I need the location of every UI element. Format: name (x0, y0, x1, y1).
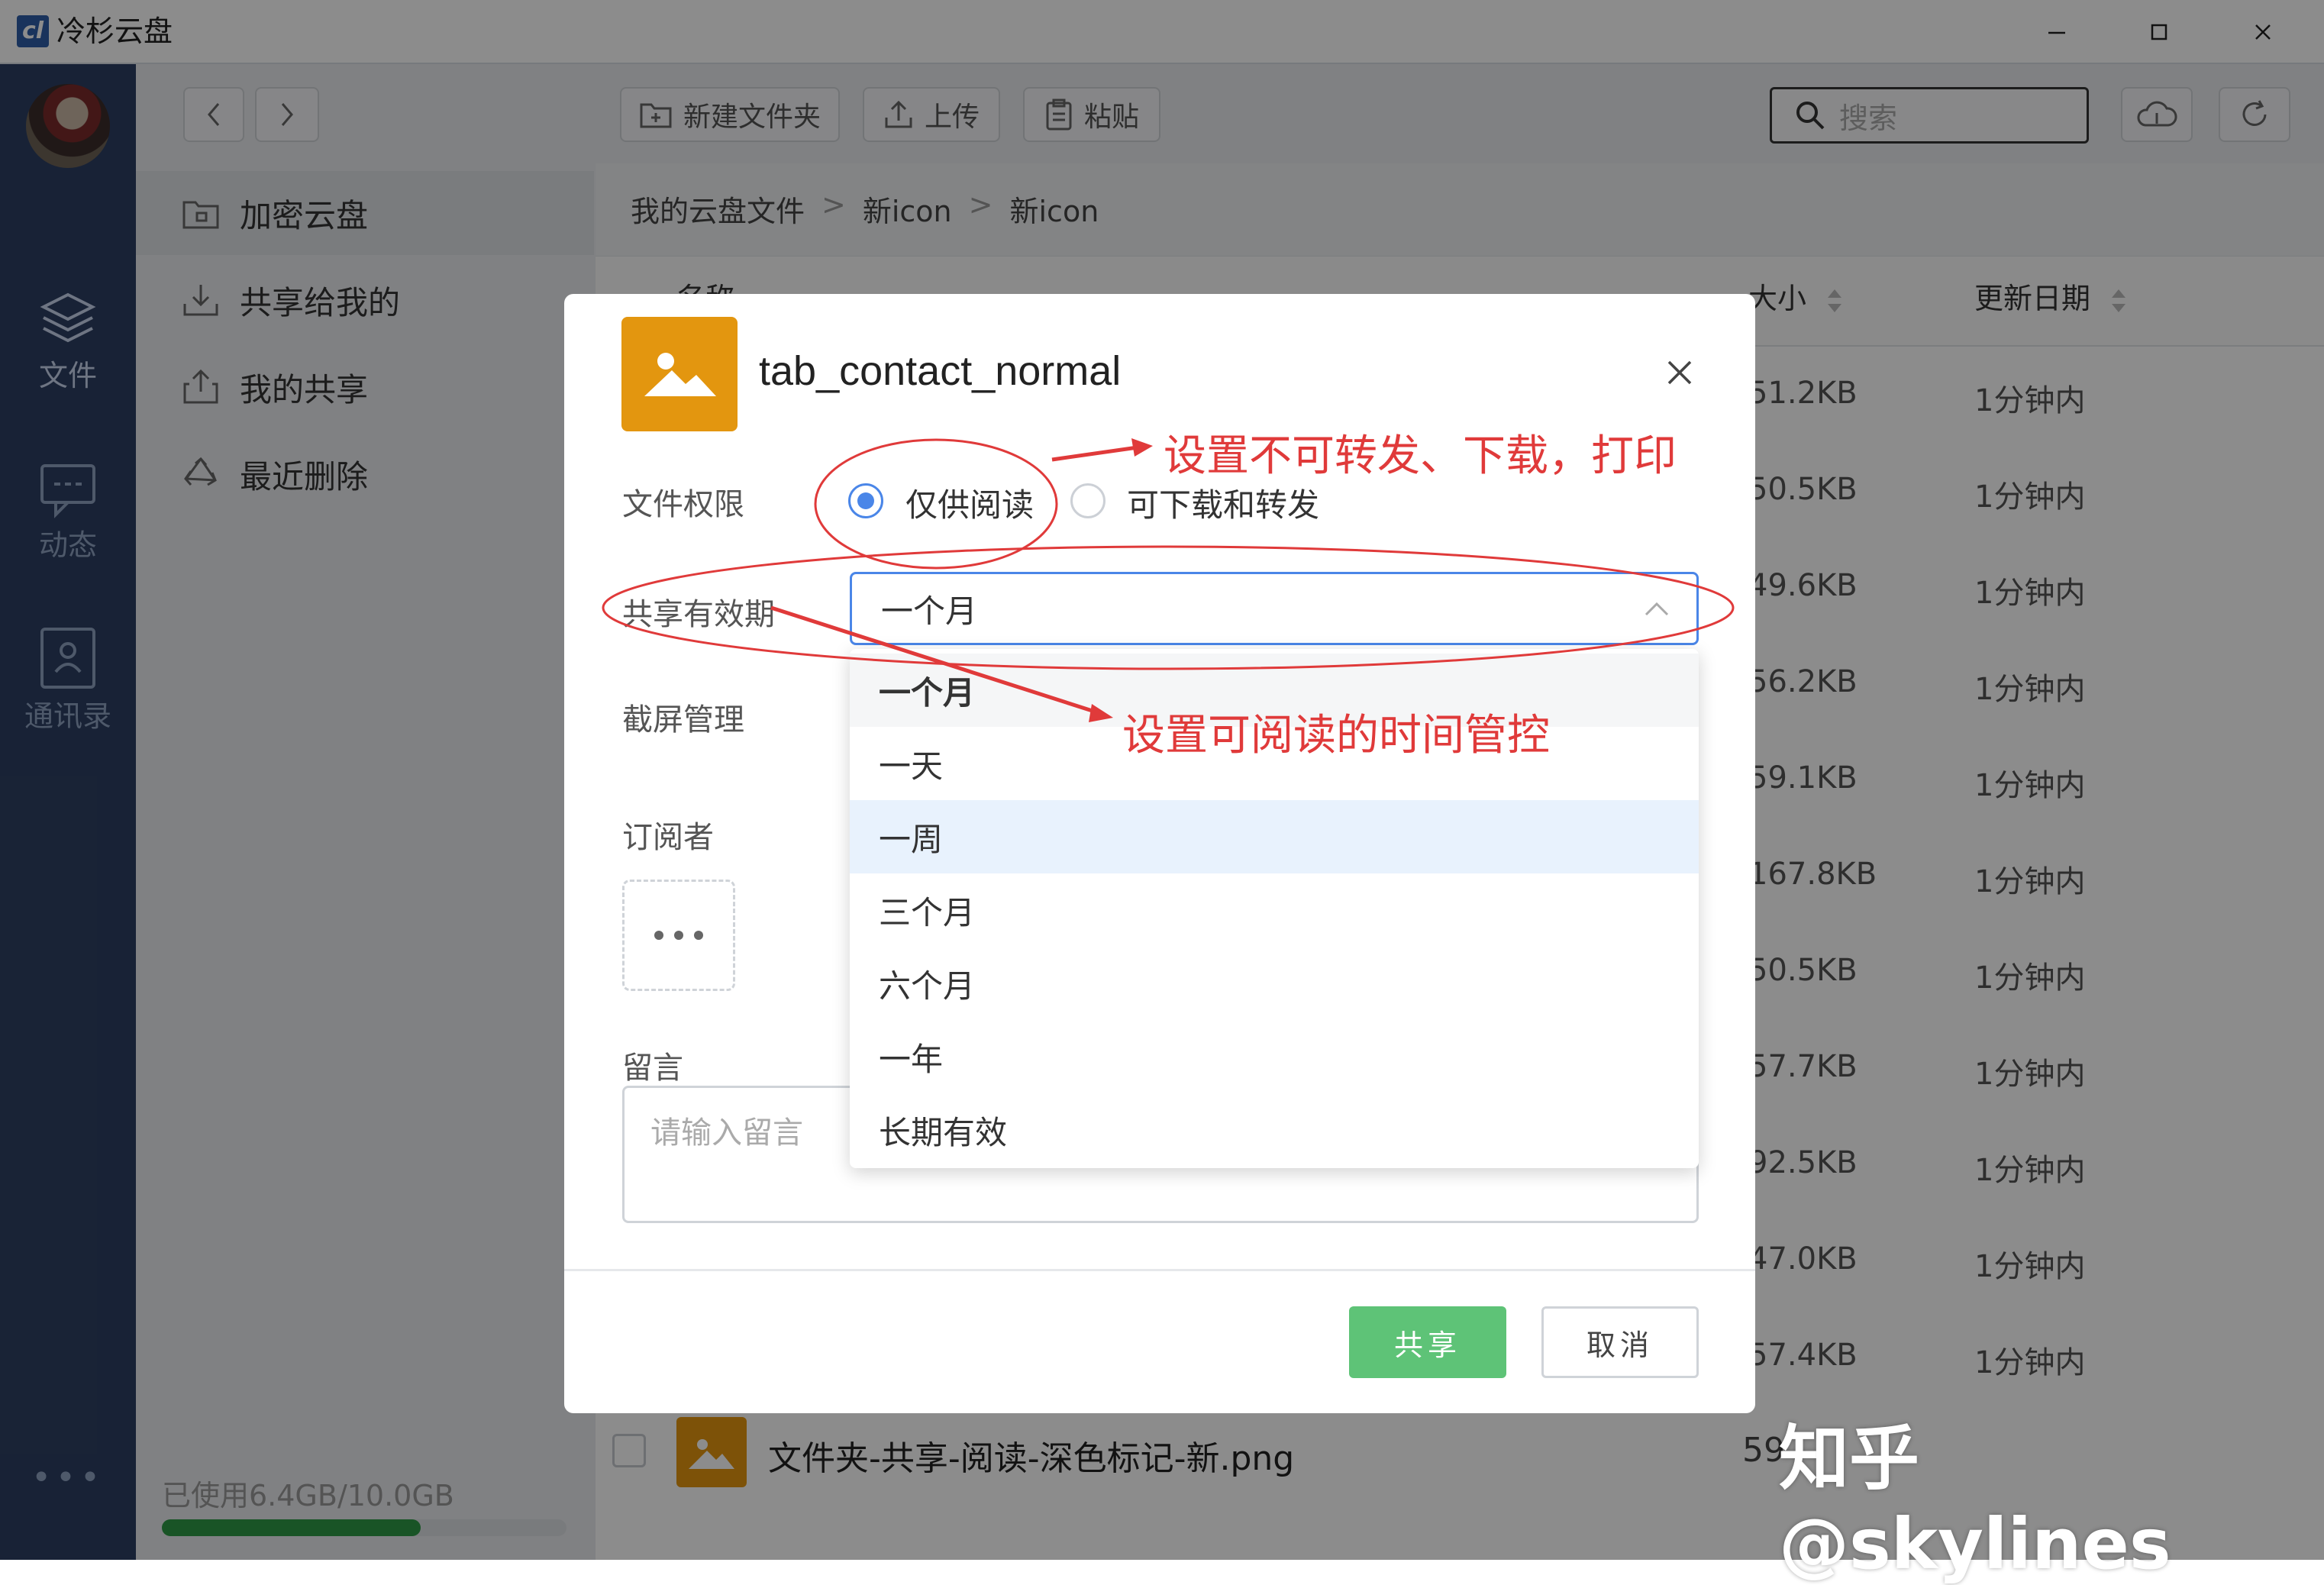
watermark: 知乎 @skylines (1779, 1418, 2171, 1585)
annotation-marks (602, 438, 1735, 722)
annotation-middle: 设置可阅读的时间管控 (1122, 711, 1550, 760)
annotation-top: 设置不可转发、下载，打印 (1164, 431, 1677, 481)
